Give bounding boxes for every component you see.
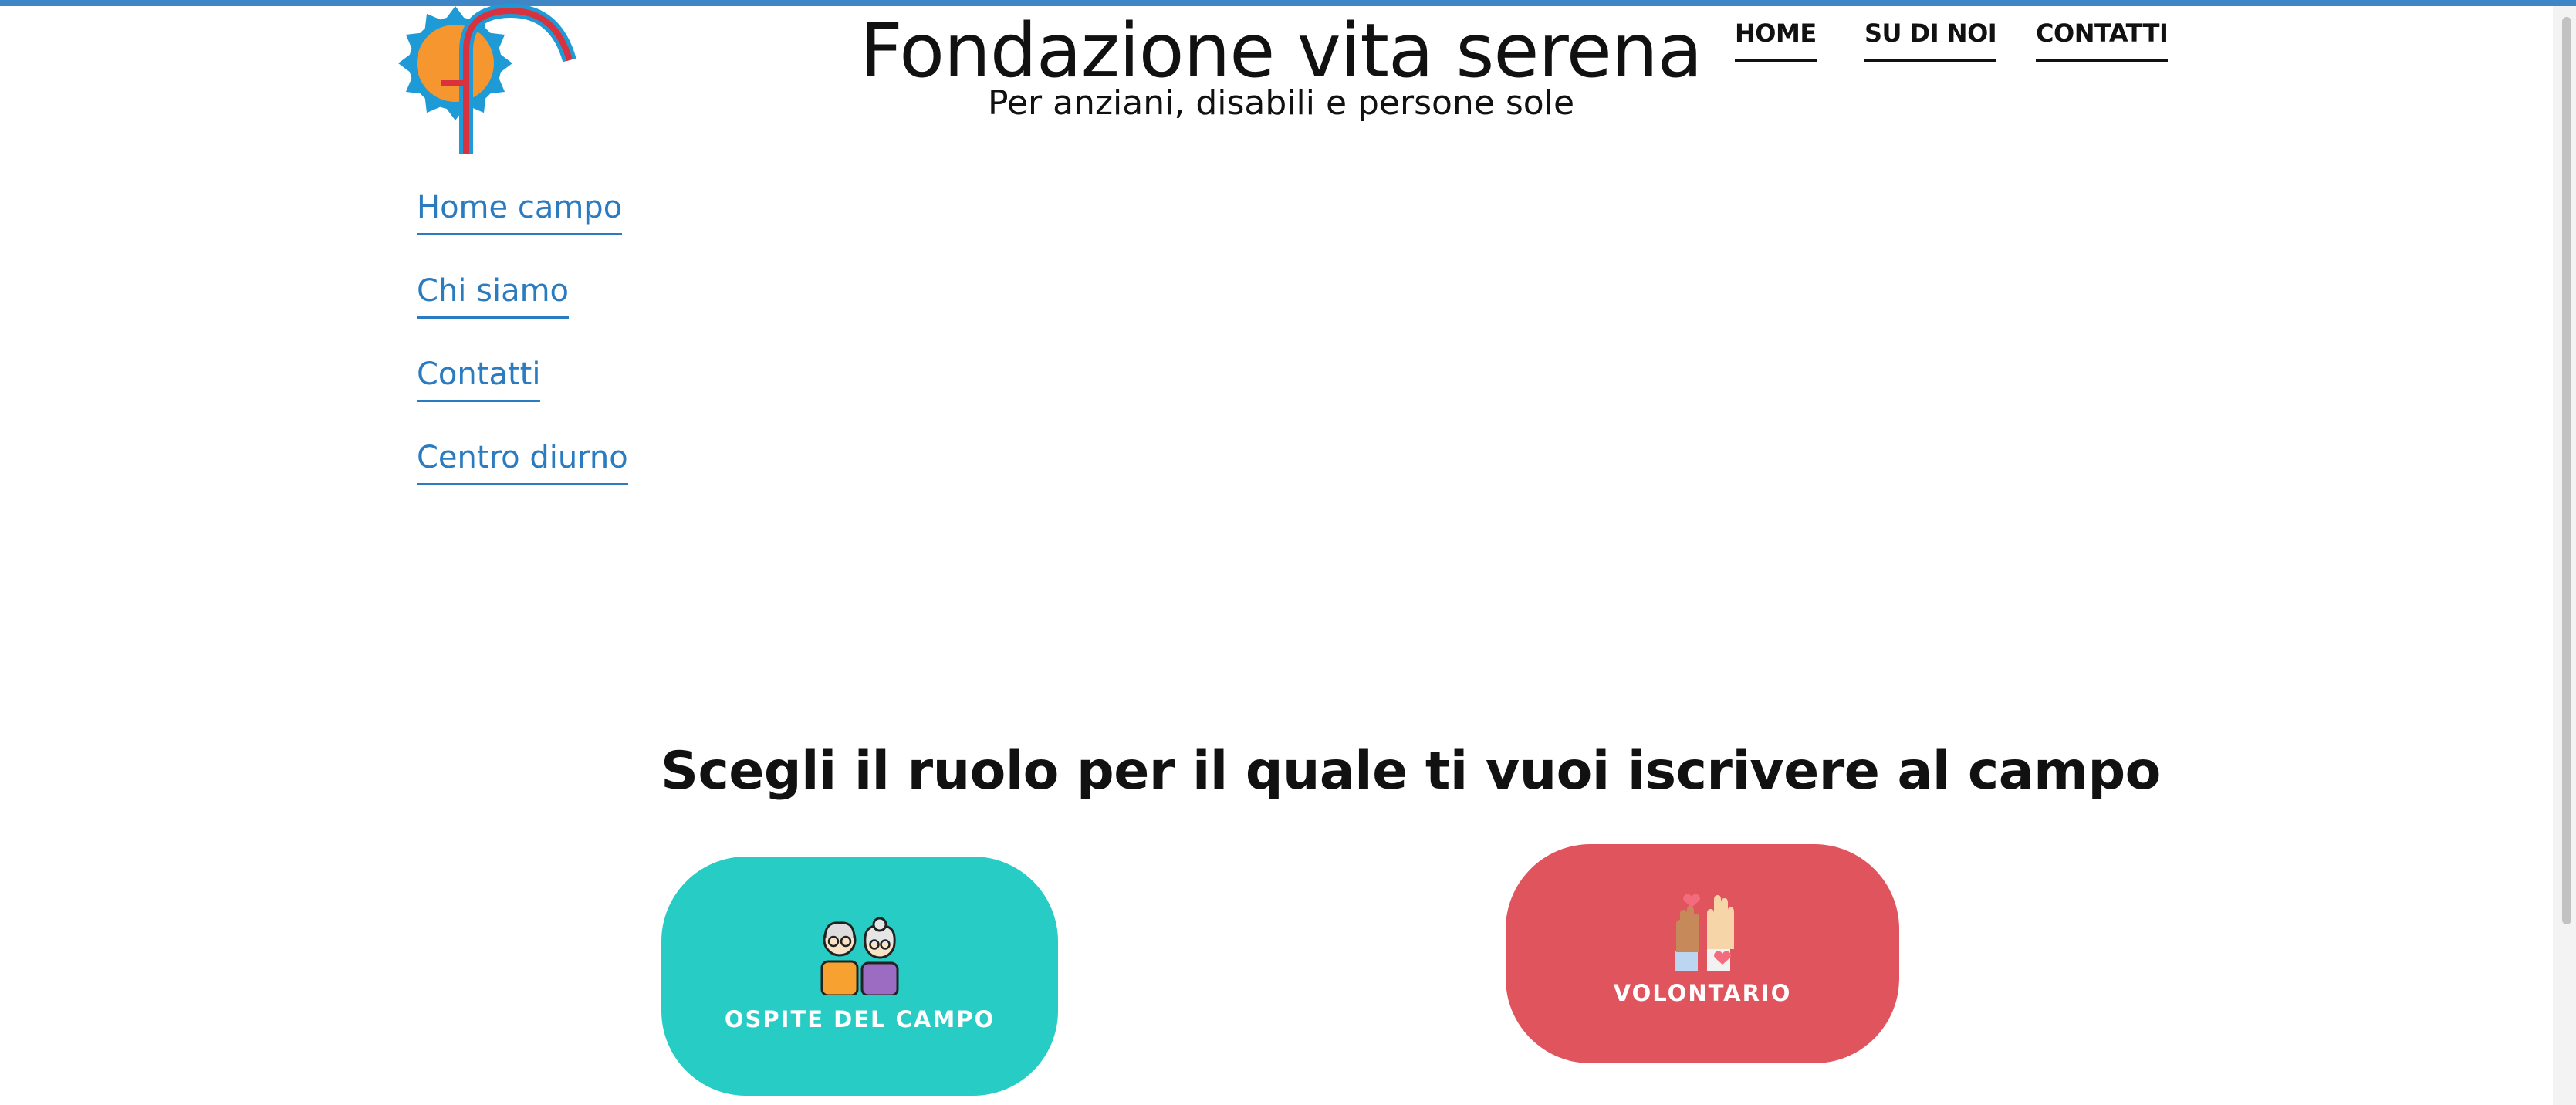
guest-role-label: OSPITE DEL CAMPO — [724, 1006, 996, 1032]
guest-role-button[interactable]: OSPITE DEL CAMPO — [661, 857, 1058, 1096]
volunteer-role-label: VOLONTARIO — [1613, 980, 1792, 1006]
raised-hands-icon — [1675, 894, 1734, 971]
vertical-scrollbar[interactable] — [2553, 6, 2576, 1105]
top-nav-about[interactable]: SU DI NOI — [1864, 19, 1997, 62]
site-logo[interactable] — [395, 3, 588, 157]
top-accent-bar — [0, 0, 2576, 6]
sun-cane-logo-icon — [398, 3, 576, 154]
side-nav-home-campo[interactable]: Home campo — [417, 190, 623, 235]
volunteer-role-button[interactable]: VOLONTARIO — [1506, 844, 1899, 1063]
side-nav-centro-diurno[interactable]: Centro diurno — [417, 440, 628, 485]
top-nav-home[interactable]: HOME — [1735, 19, 1817, 62]
role-choice-heading: Scegli il ruolo per il quale ti vuoi isc… — [661, 741, 2161, 802]
site-tagline: Per anziani, disabili e persone sole — [987, 83, 1575, 123]
side-nav-chi-siamo[interactable]: Chi siamo — [417, 273, 570, 319]
side-nav-contatti[interactable]: Contatti — [417, 357, 541, 402]
top-nav-contact[interactable]: CONTATTI — [2036, 19, 2169, 62]
site-title: Fondazione vita serena — [860, 8, 1703, 94]
elderly-couple-icon — [820, 917, 899, 995]
scrollbar-thumb[interactable] — [2562, 17, 2571, 924]
